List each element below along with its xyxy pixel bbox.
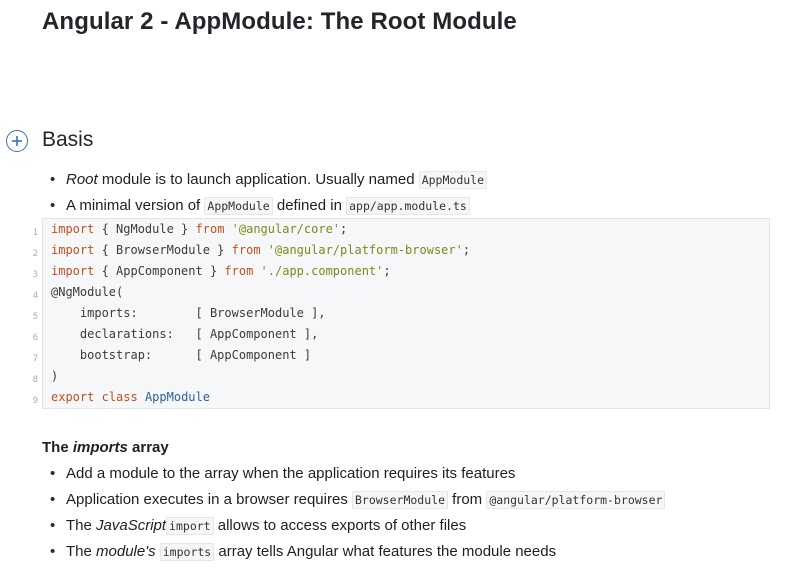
line-number: 1 <box>32 228 38 238</box>
heading-text: array <box>127 439 169 456</box>
code-line: bootstrap: [ AppComponent ] <box>51 348 312 362</box>
keyword: import <box>51 222 95 236</box>
item-text: array tells Angular what features the mo… <box>214 543 557 560</box>
line-number: 3 <box>32 270 38 280</box>
line-number: 5 <box>32 312 38 322</box>
basis-list: Root module is to launch application. Us… <box>50 167 488 219</box>
code-text: { NgModule } <box>94 222 196 236</box>
class-name: AppModule <box>144 390 210 404</box>
code-line: ) <box>51 369 59 383</box>
keyword: from <box>195 222 225 236</box>
list-item: Add a module to the array when the appli… <box>50 461 665 487</box>
inline-code: AppModule <box>204 197 273 215</box>
code-line: export class AppModule <box>51 387 470 408</box>
list-item: The JavaScriptimport allows to access ex… <box>50 513 665 539</box>
list-item: The module's imports array tells Angular… <box>50 539 665 565</box>
code-text: { AppComponent } <box>94 264 225 278</box>
inline-code: BrowserModule <box>351 491 448 509</box>
imports-list: Add a module to the array when the appli… <box>50 461 666 565</box>
expand-section-button[interactable] <box>6 130 28 152</box>
line-number: 8 <box>32 375 38 385</box>
list-item: Application executes in a browser requir… <box>50 487 666 513</box>
item-text: Add a module to the array when the appli… <box>66 465 516 482</box>
emphasis-text: Root <box>66 171 98 188</box>
item-text: Application executes in a browser requir… <box>66 491 352 508</box>
code-line: import { AppComponent } from './app.comp… <box>51 261 470 282</box>
heading-text: The <box>42 439 73 456</box>
inline-code: @angular/platform-browser <box>486 491 666 509</box>
line-number: 9 <box>32 396 38 406</box>
keyword: import <box>51 264 95 278</box>
item-text: defined in <box>272 197 347 214</box>
line-number: 2 <box>32 249 38 259</box>
string-literal: '@angular/core' <box>231 222 341 236</box>
emphasis-text: imports <box>72 439 128 456</box>
string-literal: './app.component' <box>260 264 384 278</box>
imports-subheading: The imports array <box>42 439 169 456</box>
list-item: Root module is to launch application. Us… <box>50 167 488 193</box>
keyword: import <box>51 243 95 257</box>
line-number: 7 <box>32 354 38 364</box>
code-line: @NgModule( <box>51 285 124 299</box>
code-line: declarations: [ AppComponent ], <box>51 327 319 341</box>
item-text: allows to access exports of other files <box>213 517 467 534</box>
emphasis-text: module's <box>96 543 156 560</box>
section-heading-basis: Basis <box>42 128 94 151</box>
inline-code: import <box>166 517 214 535</box>
line-number: 4 <box>32 291 38 301</box>
code-text: { BrowserModule } <box>94 243 232 257</box>
keyword: from <box>224 264 254 278</box>
code-text: ; <box>340 222 348 236</box>
code-text: ; <box>462 243 471 257</box>
line-number-gutter: 1 2 3 4 5 6 7 8 9 <box>26 223 38 412</box>
item-text: The <box>66 517 97 534</box>
keyword: from <box>231 243 261 257</box>
keyword: export <box>51 390 95 404</box>
code-line: import { BrowserModule } from '@angular/… <box>51 240 470 261</box>
inline-code: AppModule <box>418 171 488 189</box>
inline-code: app/app.module.ts <box>346 197 470 215</box>
list-item: A minimal version of AppModule defined i… <box>50 193 487 219</box>
code-lines: import { NgModule } from '@angular/core'… <box>51 219 470 408</box>
item-text: A minimal version of <box>66 197 205 214</box>
string-literal: '@angular/platform-browser' <box>267 243 463 257</box>
inline-code: imports <box>159 543 215 561</box>
code-line: imports: [ BrowserModule ], <box>51 306 326 320</box>
code-text: ; <box>383 264 391 278</box>
line-number: 6 <box>32 333 38 343</box>
code-line: import { NgModule } from '@angular/core'… <box>51 219 470 240</box>
item-text: from <box>448 491 487 508</box>
item-text: module is to launch application. Usually… <box>97 171 419 188</box>
plus-circle-icon <box>12 136 22 146</box>
item-text: The <box>66 543 97 560</box>
emphasis-text: JavaScript <box>96 517 167 534</box>
keyword: class <box>101 390 138 404</box>
page-title: Angular 2 - AppModule: The Root Module <box>42 8 517 35</box>
